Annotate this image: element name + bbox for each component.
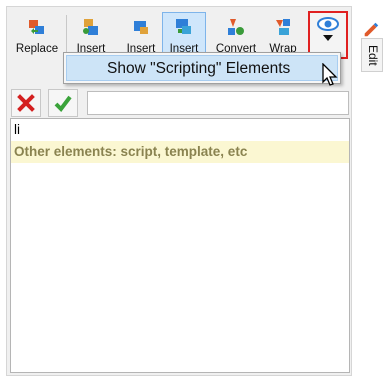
element-list[interactable]: li Other elements: script, template, etc — [10, 118, 350, 373]
tab-edit[interactable]: Edit — [361, 38, 383, 72]
x-icon — [17, 94, 35, 112]
insert-after-icon — [134, 21, 148, 34]
edit-pen-icon — [364, 22, 379, 37]
list-item[interactable]: li — [11, 119, 349, 141]
filter-input[interactable] — [87, 91, 349, 115]
replace-icon — [29, 20, 44, 34]
mouse-cursor-icon — [322, 63, 338, 86]
dropdown-arrow-icon — [323, 35, 333, 41]
cancel-button[interactable] — [11, 89, 41, 117]
insert-child-icon — [176, 19, 191, 34]
insert-before-icon — [83, 19, 98, 35]
convert-icon — [228, 19, 244, 35]
accept-button[interactable] — [48, 89, 78, 117]
replace-button[interactable]: Replace — [11, 13, 63, 61]
eye-icon — [317, 17, 339, 41]
tab-edit-label: Edit — [366, 45, 380, 66]
list-item-hint: Other elements: script, template, etc — [11, 141, 349, 163]
wrap-icon — [276, 19, 290, 35]
checkmark-icon — [54, 95, 72, 113]
replace-label: Replace — [15, 43, 59, 55]
menu-item-show-scripting-elements[interactable]: Show "Scripting" Elements — [66, 55, 338, 81]
dropdown-menu: Show "Scripting" Elements — [63, 52, 341, 84]
